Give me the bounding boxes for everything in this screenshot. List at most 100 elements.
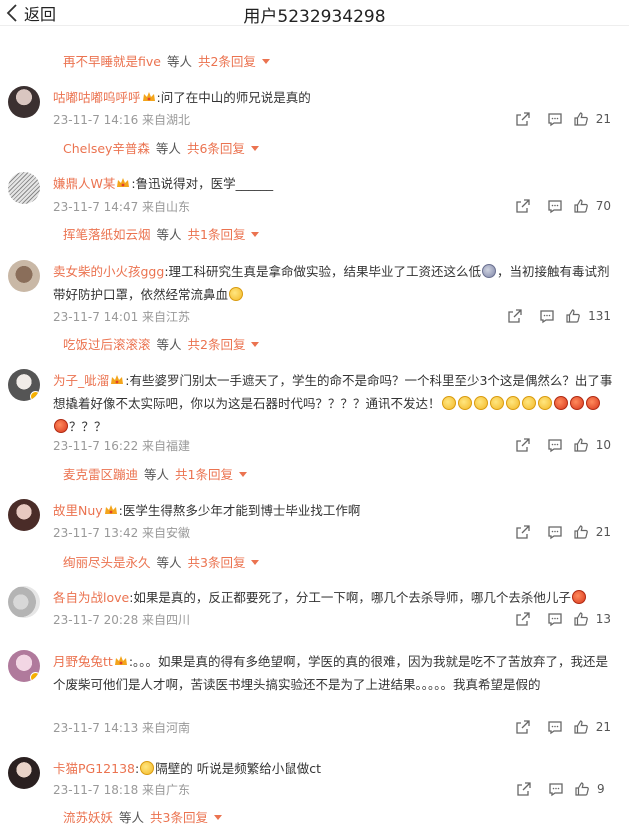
- share-button[interactable]: [507, 436, 539, 454]
- share-button[interactable]: [507, 197, 539, 215]
- share-button[interactable]: [499, 307, 531, 325]
- reply-summary[interactable]: 绚丽尽头是永久 等人 共3条回复: [63, 552, 260, 571]
- comment-item: 嫌鼎人W某:鲁迅说得对，医学______ 23-11-7 14:47 来自山东 …: [0, 172, 629, 252]
- reply-count[interactable]: 共1条回复: [188, 224, 246, 243]
- avatar[interactable]: [8, 757, 40, 789]
- comment-icon: [540, 310, 554, 324]
- comment-text: 各自为战love:如果是真的，反正都要死了，分工一下啊，哪几个去杀导师，哪几个去…: [53, 586, 613, 609]
- avatar[interactable]: [8, 586, 40, 618]
- like-button[interactable]: 21: [573, 111, 611, 127]
- comment-button[interactable]: [539, 523, 571, 541]
- reply-count[interactable]: 共1条回复: [175, 464, 233, 483]
- comment-username[interactable]: 卖女柴的小火孩ggg: [53, 264, 164, 279]
- comment-meta: 23-11-7 20:28 来自四川: [53, 613, 191, 627]
- reply-deng: 等人: [155, 141, 181, 156]
- comment-username[interactable]: 咕嘟咕嘟呜呼呼: [53, 90, 141, 105]
- avatar[interactable]: [8, 86, 40, 118]
- comment-icon: [548, 113, 562, 127]
- like-count: 70: [595, 199, 611, 213]
- share-icon: [508, 309, 522, 323]
- avatar[interactable]: [8, 369, 40, 401]
- comment-item: 故里Nuy:医学生得熬多少年才能到博士毕业找工作啊 23-11-7 13:42 …: [0, 499, 629, 579]
- sweat-emoji-icon: [441, 396, 456, 410]
- comment-button[interactable]: [539, 436, 571, 454]
- comment-username[interactable]: 为子_呲溜: [53, 373, 109, 388]
- comment-content: :如果是真的，反正都要死了，分工一下啊，哪几个去杀导师，哪几个去杀他儿子: [129, 590, 571, 605]
- comment-meta: 23-11-7 14:47 来自山东: [53, 200, 191, 214]
- share-icon: [517, 782, 531, 796]
- sweat-emoji-icon: [521, 396, 536, 410]
- comment-text: 故里Nuy :医学生得熬多少年才能到博士毕业找工作啊: [53, 499, 613, 522]
- share-button[interactable]: [507, 718, 539, 736]
- reply-summary[interactable]: 挥笔落纸如云烟 等人 共1条回复: [63, 224, 260, 243]
- comment-icon: [549, 783, 563, 797]
- like-button[interactable]: 131: [565, 308, 611, 324]
- caret-down-icon: [213, 814, 222, 820]
- comment-username[interactable]: 各自为战love: [53, 590, 129, 605]
- reply-count[interactable]: 共2条回复: [198, 51, 256, 70]
- comment-meta: 23-11-7 14:01 来自江苏: [53, 310, 191, 324]
- comment-text: 卡猫PG12138: 隔壁的 听说是频繁给小鼠做ct: [53, 757, 613, 780]
- avatar[interactable]: [8, 172, 40, 204]
- comment-button[interactable]: [539, 610, 571, 628]
- share-button[interactable]: [507, 523, 539, 541]
- share-button[interactable]: [508, 780, 540, 798]
- emoji-icon: [482, 264, 497, 278]
- like-button[interactable]: 21: [573, 719, 611, 735]
- avatar[interactable]: [8, 650, 40, 682]
- sweat-emoji-icon: [473, 396, 488, 410]
- comment-content: :医学生得熬多少年才能到博士毕业找工作啊: [118, 503, 361, 518]
- reply-summary[interactable]: 再不早睡就是five 等人 共2条回复: [63, 51, 270, 70]
- comment-button[interactable]: [531, 307, 563, 325]
- reply-deng: 等人: [156, 337, 182, 352]
- share-button[interactable]: [507, 110, 539, 128]
- reply-deng: 等人: [156, 555, 182, 570]
- comment-username[interactable]: 卡猫PG12138: [53, 761, 135, 776]
- thumbs-up-icon: [574, 438, 588, 452]
- thumbs-up-icon: [574, 199, 588, 213]
- reply-count[interactable]: 共3条回复: [150, 807, 208, 826]
- like-button[interactable]: 21: [573, 524, 611, 540]
- share-icon: [516, 438, 530, 452]
- avatar[interactable]: [8, 499, 40, 531]
- comment-username[interactable]: 故里Nuy: [53, 503, 103, 518]
- reply-user[interactable]: 绚丽尽头是永久: [63, 552, 151, 571]
- verified-badge-icon: [30, 391, 40, 401]
- reply-summary[interactable]: 麦克雷区蹦迪 等人 共1条回复: [63, 464, 247, 483]
- comment-actions: 13: [507, 610, 611, 628]
- thumbs-up-icon: [574, 525, 588, 539]
- reply-summary[interactable]: Chelsey辛普森 等人 共6条回复: [63, 138, 259, 157]
- comment-username[interactable]: 嫌鼎人W某: [53, 176, 115, 191]
- comment-button[interactable]: [539, 110, 571, 128]
- crown-badge-icon: [111, 375, 124, 384]
- reply-count[interactable]: 共3条回复: [188, 552, 246, 571]
- reply-count[interactable]: 共6条回复: [187, 138, 245, 157]
- reply-summary[interactable]: 吃饭过后滚滚滚 等人 共2条回复: [63, 334, 260, 353]
- reply-user[interactable]: 再不早睡就是five: [63, 51, 161, 70]
- reply-user[interactable]: Chelsey辛普森: [63, 138, 150, 157]
- like-button[interactable]: 10: [573, 437, 611, 453]
- share-button[interactable]: [507, 610, 539, 628]
- comment-button[interactable]: [540, 780, 572, 798]
- reply-user[interactable]: 麦克雷区蹦迪: [63, 464, 138, 483]
- comment-username[interactable]: 月野兔兔tt: [53, 654, 113, 669]
- like-button[interactable]: 9: [574, 781, 611, 797]
- reply-summary[interactable]: 流苏妖妖 等人 共3条回复: [63, 807, 222, 826]
- like-button[interactable]: 13: [573, 611, 611, 627]
- reply-user[interactable]: 吃饭过后滚滚滚: [63, 334, 151, 353]
- like-button[interactable]: 70: [573, 198, 611, 214]
- comment-button[interactable]: [539, 197, 571, 215]
- reply-count[interactable]: 共2条回复: [188, 334, 246, 353]
- comment-button[interactable]: [539, 718, 571, 736]
- angry-emoji-icon: [553, 396, 568, 410]
- reply-user[interactable]: 挥笔落纸如云烟: [63, 224, 151, 243]
- like-count: 9: [597, 782, 605, 796]
- angry-emoji-icon: [571, 590, 586, 604]
- caret-down-icon: [250, 145, 259, 151]
- avatar[interactable]: [8, 260, 40, 292]
- comment-actions: 21: [507, 523, 611, 541]
- comment-text: 嫌鼎人W某:鲁迅说得对，医学______: [53, 172, 613, 195]
- sweat-emoji-icon: [489, 396, 504, 410]
- like-count: 21: [595, 112, 611, 126]
- reply-user[interactable]: 流苏妖妖: [63, 807, 113, 826]
